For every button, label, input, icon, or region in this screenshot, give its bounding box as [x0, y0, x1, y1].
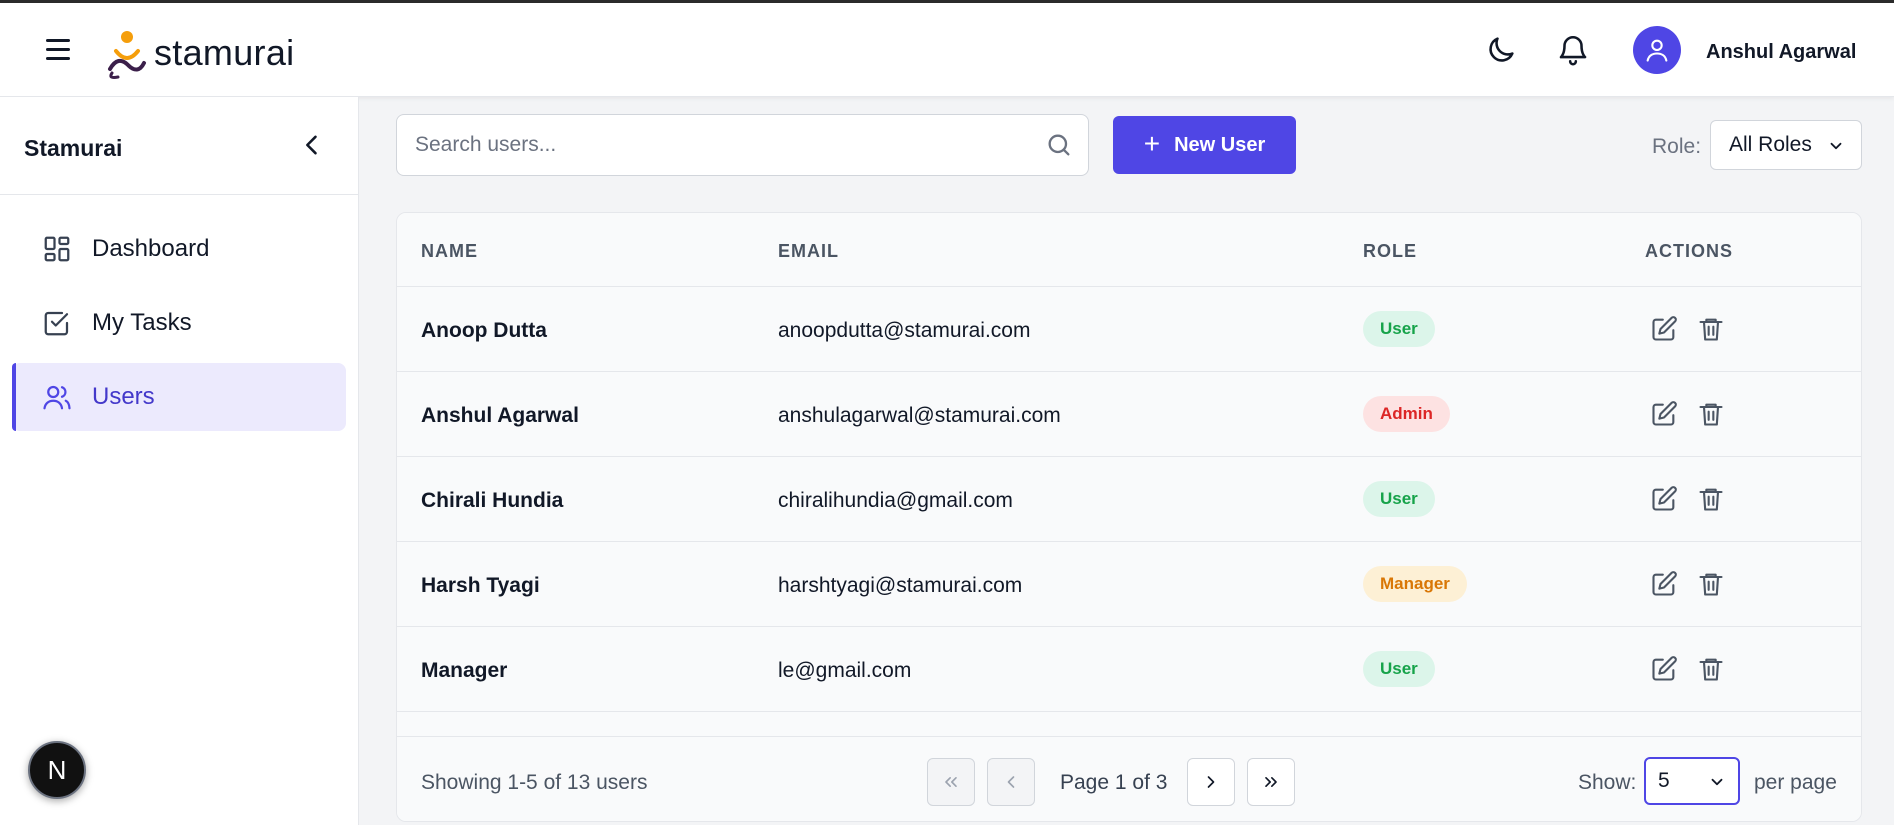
chevrons-right-icon [1265, 777, 1277, 787]
page-indicator: Page 1 of 3 [1060, 771, 1168, 794]
chevron-left-icon[interactable] [298, 131, 326, 159]
user-name-cell: Manager [421, 659, 508, 682]
brand-name: stamurai [154, 32, 295, 73]
role-filter-label: Role: [1652, 135, 1702, 158]
avatar[interactable] [1633, 26, 1681, 74]
user-name-cell: Anshul Agarwal [421, 404, 579, 427]
chevron-down-icon [1830, 142, 1842, 150]
edit-icon[interactable] [1650, 315, 1678, 343]
user-name-cell: Harsh Tyagi [421, 574, 540, 597]
prev-page-button[interactable] [987, 758, 1035, 806]
sidebar-item-label: Dashboard [92, 235, 210, 262]
role-badge: User [1363, 311, 1435, 347]
moon-icon[interactable] [1484, 33, 1518, 67]
check-square-icon [44, 311, 69, 336]
column-header-role[interactable]: ROLE [1363, 241, 1417, 262]
sidebar-item-label: Users [92, 383, 155, 410]
column-header-actions: ACTIONS [1645, 241, 1733, 261]
role-badge: Manager [1363, 566, 1467, 602]
menu-icon[interactable] [46, 39, 74, 63]
next-page-button[interactable] [1187, 758, 1235, 806]
user-email-cell: chiralihundia@gmail.com [778, 489, 1013, 512]
user-icon [1646, 39, 1668, 62]
column-header-name[interactable]: NAME [421, 241, 478, 262]
stamurai-logo-icon [108, 31, 146, 79]
trash-icon[interactable] [1697, 655, 1725, 683]
sidebar: Stamurai Dashboard My Tasks Users [0, 97, 359, 825]
user-email-cell: anoopdutta@stamurai.com [778, 319, 1031, 342]
users-icon [43, 385, 71, 410]
sidebar-item-users[interactable]: Users [12, 363, 346, 431]
edit-icon[interactable] [1650, 400, 1678, 428]
table-row: Harsh Tyagi harshtyagi@stamurai.com Mana… [397, 542, 1861, 627]
header-user-name[interactable]: Anshul Agarwal [1706, 41, 1856, 64]
sidebar-item-label: My Tasks [92, 309, 192, 336]
plus-icon: + [1143, 127, 1161, 159]
sidebar-item-dashboard[interactable]: Dashboard [12, 215, 346, 283]
role-badge: User [1363, 481, 1435, 517]
role-filter-select[interactable]: All Roles [1710, 120, 1862, 170]
edit-icon[interactable] [1650, 485, 1678, 513]
per-page-show-label: Show: [1578, 771, 1637, 794]
per-page-label: per page [1754, 771, 1837, 794]
sidebar-item-my-tasks[interactable]: My Tasks [12, 289, 346, 357]
role-badge: Admin [1363, 396, 1450, 432]
showing-count: Showing 1-5 of 13 users [421, 771, 648, 794]
first-page-button[interactable] [927, 758, 975, 806]
trash-icon[interactable] [1697, 315, 1725, 343]
search-icon[interactable] [1045, 131, 1073, 159]
table-row: Manager le@gmail.com User [397, 627, 1861, 712]
search-input[interactable] [397, 115, 997, 175]
sidebar-nav: Dashboard My Tasks Users [0, 215, 358, 431]
new-user-label: New User [1174, 133, 1266, 156]
chevron-right-icon [1207, 776, 1215, 788]
table-row: Anshul Agarwal anshulagarwal@stamurai.co… [397, 372, 1861, 457]
edit-icon[interactable] [1650, 570, 1678, 598]
pagination-footer: Showing 1-5 of 13 users Page 1 of 3 Show… [397, 736, 1861, 821]
search-box [396, 114, 1089, 176]
role-filter-value: All Roles [1729, 133, 1812, 156]
sidebar-header: Stamurai [0, 97, 358, 195]
bell-icon[interactable] [1556, 33, 1590, 67]
chevron-down-icon [1711, 778, 1723, 786]
user-email-cell: harshtyagi@stamurai.com [778, 574, 1023, 597]
trash-icon[interactable] [1697, 570, 1725, 598]
trash-icon[interactable] [1697, 400, 1725, 428]
edit-icon[interactable] [1650, 655, 1678, 683]
user-email-cell: anshulagarwal@stamurai.com [778, 404, 1061, 427]
sidebar-title: Stamurai [24, 135, 123, 161]
grid-icon [44, 236, 70, 262]
new-user-button[interactable]: + New User [1113, 116, 1296, 174]
per-page-select[interactable]: 5 [1644, 757, 1740, 805]
user-email-cell: le@gmail.com [778, 659, 912, 682]
table-header: NAME EMAIL ROLE ACTIONS [397, 213, 1861, 287]
dev-tools-badge[interactable]: N [28, 741, 86, 799]
user-name-cell: Anoop Dutta [421, 319, 547, 342]
top-header: stamurai Anshul Agarwal [0, 3, 1894, 97]
per-page-value: 5 [1658, 769, 1670, 792]
user-name-cell: Chirali Hundia [421, 489, 564, 512]
role-badge: User [1363, 651, 1435, 687]
table-row: Chirali Hundia chiralihundia@gmail.com U… [397, 457, 1861, 542]
trash-icon[interactable] [1697, 485, 1725, 513]
brand-logo[interactable]: stamurai [104, 25, 294, 81]
chevron-left-icon [1007, 776, 1015, 788]
column-header-email[interactable]: EMAIL [778, 241, 839, 262]
users-table-card: NAME EMAIL ROLE ACTIONS Anoop Dutta anoo… [396, 212, 1862, 822]
chevrons-left-icon [945, 777, 957, 787]
table-row: Anoop Dutta anoopdutta@stamurai.com User [397, 287, 1861, 372]
last-page-button[interactable] [1247, 758, 1295, 806]
